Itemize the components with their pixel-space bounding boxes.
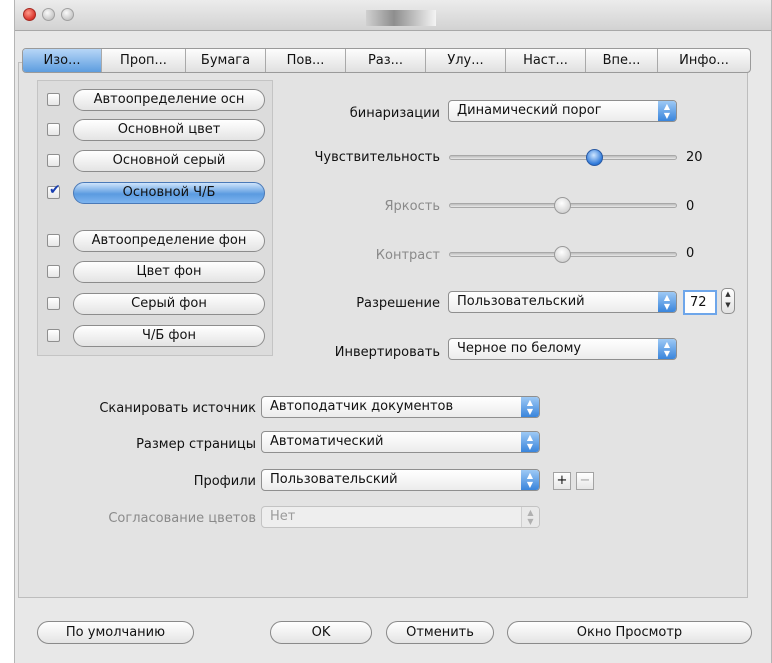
tab-paper[interactable]: Бумага [186, 49, 266, 72]
binarization-popup[interactable]: Динамический порог ▲ ▼ [448, 100, 677, 122]
list-item: Серый фон [38, 293, 274, 315]
image-type-auto-detect-main[interactable]: Автоопределение осн [73, 89, 265, 111]
tab-imprinter[interactable]: Впе... [586, 49, 658, 72]
profiles-label: Профили [193, 474, 256, 489]
list-item: ✔ Основной Ч/Б [38, 182, 274, 204]
brightness-label: Яркость [384, 199, 440, 214]
image-type-bw-background[interactable]: Ч/Б фон [73, 325, 265, 347]
window-title-graphic [366, 10, 436, 26]
popup-arrows-icon: ▲ ▼ [658, 292, 676, 312]
sensitivity-value: 20 [686, 150, 703, 165]
invert-popup[interactable]: Черное по белому ▲ ▼ [448, 338, 677, 360]
resolution-popup[interactable]: Пользовательский ▲ ▼ [448, 291, 677, 313]
resolution-stepper[interactable]: ▲ ▼ [721, 288, 735, 314]
image-type-gray-background[interactable]: Серый фон [73, 293, 265, 315]
checkbox-main-gray[interactable] [47, 154, 60, 167]
tab-info[interactable]: Инфо... [658, 49, 750, 72]
tab-image[interactable]: Изо... [23, 49, 102, 72]
image-type-main-bw[interactable]: Основной Ч/Б [73, 182, 265, 204]
binarization-value: Динамический порог [457, 103, 602, 118]
tab-rotation[interactable]: Пов... [266, 49, 346, 72]
color-matching-value: Нет [270, 509, 296, 524]
cancel-button[interactable]: Отменить [386, 621, 494, 644]
sensitivity-label: Чувствительность [314, 150, 440, 165]
list-item: Автоопределение осн [38, 89, 274, 111]
image-type-list: Автоопределение осн Основной цвет Основн… [37, 80, 273, 356]
popup-arrows-icon: ▲ ▼ [658, 339, 676, 359]
profiles-popup[interactable]: Пользовательский ▲ ▼ [261, 469, 540, 491]
list-item: Основной цвет [38, 119, 274, 141]
add-profile-button[interactable]: + [553, 472, 571, 490]
popup-arrows-icon: ▲ ▼ [521, 470, 539, 490]
checkbox-color-background[interactable] [47, 265, 60, 278]
list-item: Цвет фон [38, 261, 274, 283]
contrast-value: 0 [686, 246, 695, 261]
color-matching-label: Согласование цветов [108, 511, 256, 526]
resolution-number-field[interactable]: 72 [683, 290, 717, 315]
image-type-main-gray[interactable]: Основной серый [73, 150, 265, 172]
color-matching-popup[interactable]: Нет ▲ ▼ [261, 506, 540, 528]
resolution-value: Пользовательский [457, 294, 585, 309]
contrast-label: Контраст [375, 248, 440, 263]
defaults-button[interactable]: По умолчанию [37, 621, 194, 644]
page-size-popup[interactable]: Автоматический ▲ ▼ [261, 431, 540, 453]
checkbox-auto-detect-main[interactable] [47, 93, 60, 106]
tab-bar: Изо... Проп... Бумага Пов... Раз... Улу.… [22, 48, 751, 73]
zoom-window-button[interactable] [61, 8, 74, 21]
checkbox-main-color[interactable] [47, 123, 60, 136]
sensitivity-slider-knob[interactable] [586, 149, 603, 166]
popup-arrows-icon: ▲ ▼ [521, 397, 539, 417]
brightness-slider-knob[interactable] [554, 197, 571, 214]
list-item: Ч/Б фон [38, 325, 274, 347]
page-size-label: Размер страницы [136, 437, 256, 452]
profiles-value: Пользовательский [270, 472, 398, 487]
close-window-button[interactable] [23, 8, 36, 21]
minimize-window-button[interactable] [42, 8, 55, 21]
brightness-value: 0 [686, 199, 695, 214]
sensitivity-slider-track[interactable] [449, 155, 677, 160]
checkbox-main-bw[interactable]: ✔ [47, 182, 61, 199]
checkmark-icon: ✔ [49, 182, 61, 198]
resolution-label: Разрешение [356, 296, 440, 311]
contrast-slider-knob[interactable] [554, 246, 571, 263]
scan-source-popup[interactable]: Автоподатчик документов ▲ ▼ [261, 396, 540, 418]
popup-arrows-icon: ▲ ▼ [521, 507, 539, 527]
checkbox-bw-background[interactable] [47, 329, 60, 342]
invert-label: Инвертировать [334, 345, 440, 360]
title-bar [15, 0, 771, 31]
image-type-auto-detect-background[interactable]: Автоопределение фон [73, 230, 265, 252]
list-item: Автоопределение фон [38, 230, 274, 252]
invert-value: Черное по белому [457, 341, 582, 356]
list-item: Основной серый [38, 150, 274, 172]
preview-button[interactable]: Окно Просмотр [507, 621, 752, 644]
remove-profile-button[interactable]: − [576, 472, 594, 490]
checkbox-auto-detect-background[interactable] [47, 234, 60, 247]
image-type-color-background[interactable]: Цвет фон [73, 261, 265, 283]
image-type-main-color[interactable]: Основной цвет [73, 119, 265, 141]
popup-arrows-icon: ▲ ▼ [521, 432, 539, 452]
ok-button[interactable]: OK [270, 621, 372, 644]
page-size-value: Автоматический [270, 434, 384, 449]
popup-arrows-icon: ▲ ▼ [658, 101, 676, 121]
tab-enhancement[interactable]: Улу... [426, 49, 506, 72]
tab-settings[interactable]: Наст... [506, 49, 586, 72]
checkbox-gray-background[interactable] [47, 297, 60, 310]
scan-source-value: Автоподатчик документов [270, 399, 454, 414]
tab-dropout[interactable]: Проп... [102, 49, 186, 72]
scan-source-label: Сканировать источник [99, 401, 256, 416]
tab-separation[interactable]: Раз... [346, 49, 426, 72]
binarization-label: бинаризации [349, 106, 440, 121]
